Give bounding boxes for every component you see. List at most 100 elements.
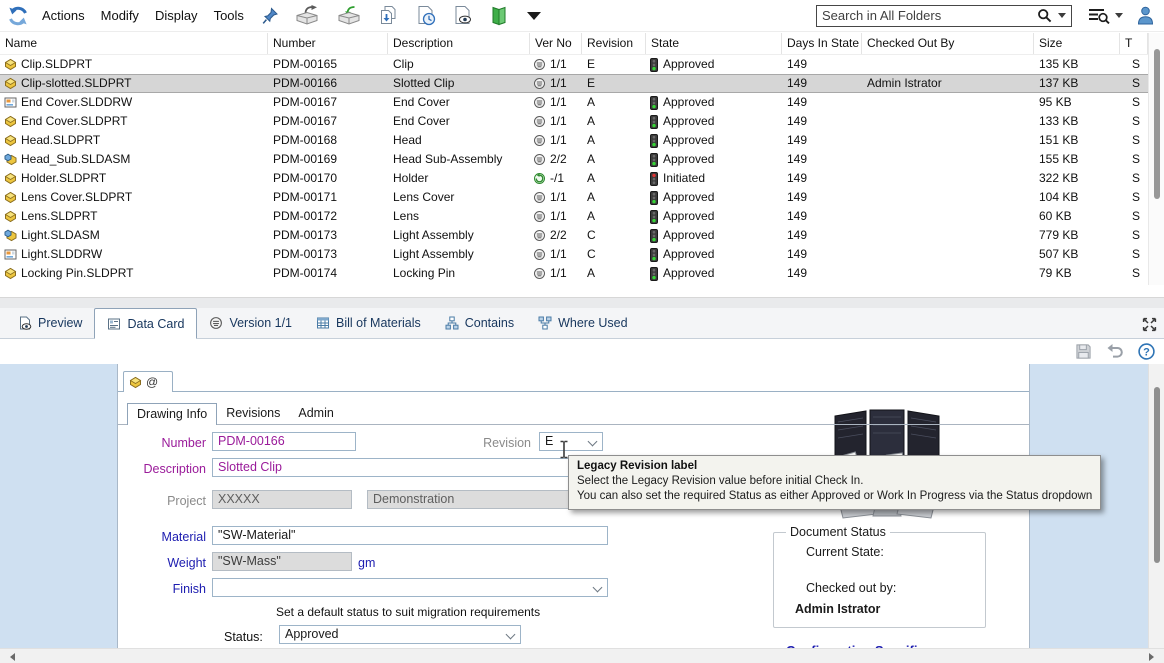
column-header-number[interactable]: Number [268,33,388,54]
file-state: Approved [663,226,714,245]
card-file-tab[interactable]: @ [123,371,173,392]
check-in-icon[interactable] [336,5,363,26]
file-row[interactable]: Clip-slotted.SLDPRT PDM-00166 Slotted Cl… [0,74,1148,93]
description-field[interactable]: Slotted Clip [212,458,608,477]
status-dropdown[interactable]: Approved [279,625,521,644]
file-name: Light.SLDDRW [21,245,102,264]
file-row[interactable]: Head_Sub.SLDASM PDM-00169 Head Sub-Assem… [0,150,1148,169]
column-header-days-in-state[interactable]: Days In State [782,33,862,54]
tab-data-card[interactable]: Data Card [94,308,197,339]
file-row[interactable]: End Cover.SLDPRT PDM-00167 End Cover 1/1… [0,112,1148,131]
search-list-icon[interactable] [1088,7,1110,24]
help-icon[interactable]: ? [1138,343,1155,363]
scroll-right-arrow[interactable] [1149,653,1158,661]
save-icon[interactable] [1075,343,1092,363]
file-list-header: NameNumberDescriptionVer NoRevisionState… [0,33,1148,55]
file-revision: C [582,226,646,245]
file-row[interactable]: Head.SLDPRT PDM-00168 Head 1/1 A Approve… [0,131,1148,150]
tab-contains[interactable]: Contains [433,308,526,338]
file-row[interactable]: Locking Pin.SLDPRT PDM-00174 Locking Pin… [0,264,1148,283]
file-size: 95 KB [1034,93,1120,112]
get-version-history-icon[interactable] [415,5,437,27]
revision-dropdown[interactable]: E [539,432,603,451]
file-name: Light.SLDASM [21,226,100,245]
menu-display[interactable]: Display [147,8,206,23]
data-card-scrollbar[interactable] [1148,364,1164,648]
version-icon [533,248,546,261]
number-field[interactable]: PDM-00166 [212,432,356,451]
search-magnifier-icon[interactable] [1037,8,1052,23]
search-input[interactable] [822,8,1037,23]
file-name: Holder.SLDPRT [21,169,106,188]
column-header-size[interactable]: Size [1034,33,1120,54]
number-label: Number [154,435,206,451]
expand-panel-icon[interactable] [1142,317,1157,335]
finish-dropdown[interactable] [212,578,608,597]
file-row[interactable]: End Cover.SLDDRW PDM-00167 End Cover 1/1… [0,93,1148,112]
contains-icon [445,316,459,330]
file-name: Clip.SLDPRT [21,55,92,74]
file-row[interactable]: Light.SLDDRW PDM-00173 Light Assembly 1/… [0,245,1148,264]
file-row[interactable]: Clip.SLDPRT PDM-00165 Clip 1/1 E Approve… [0,55,1148,74]
file-state: Approved [663,131,714,150]
column-header-t[interactable]: T [1120,33,1148,54]
card-tab-drawing-info[interactable]: Drawing Info [127,403,217,425]
search-list-dropdown-icon[interactable] [1115,13,1123,18]
scroll-left-arrow[interactable] [6,653,15,661]
file-list-body: Clip.SLDPRT PDM-00165 Clip 1/1 E Approve… [0,55,1148,283]
file-number: PDM-00168 [268,131,388,150]
checked-out-by-label: Checked out by: [806,581,896,595]
file-description: Lens [388,207,530,226]
file-row[interactable]: Holder.SLDPRT PDM-00170 Holder -/1 A Ini… [0,169,1148,188]
pin-icon[interactable] [262,7,279,25]
material-field[interactable]: "SW-Material" [212,526,608,545]
days-in-state: 149 [782,245,862,264]
menu-tools[interactable]: Tools [206,8,252,23]
column-header-state[interactable]: State [646,33,782,54]
menu-modify[interactable]: Modify [93,8,147,23]
pdm-explorer-window: Actions Modify Display Tools [0,0,1164,663]
column-header-name[interactable]: Name [0,33,268,54]
search-options-dropdown-icon[interactable] [1058,13,1066,18]
check-out-icon[interactable] [294,5,321,26]
file-row[interactable]: Light.SLDASM PDM-00173 Light Assembly 2/… [0,226,1148,245]
horizontal-scrollbar[interactable] [0,648,1164,663]
document-status-group: Document Status Current State: Checked o… [773,532,986,628]
file-list-scrollbar-thumb[interactable] [1154,49,1160,199]
file-state: Approved [663,188,714,207]
checked-out-by [862,226,1034,245]
toolbar-more-dropdown-icon[interactable] [527,12,541,20]
card-tab-revisions[interactable]: Revisions [217,403,289,424]
data-card-scrollbar-thumb[interactable] [1154,387,1160,563]
revision-tooltip: Legacy Revision label Select the Legacy … [568,455,1101,510]
file-size: 507 KB [1034,245,1120,264]
panel-splitter[interactable] [0,297,1164,308]
version-icon [209,316,223,330]
file-size: 322 KB [1034,169,1120,188]
menu-actions[interactable]: Actions [34,8,93,23]
file-list-scrollbar[interactable] [1148,33,1164,285]
file-state: Approved [663,264,714,283]
card-tab-admin[interactable]: Admin [289,403,342,424]
column-header-revision[interactable]: Revision [582,33,646,54]
file-row[interactable]: Lens.SLDPRT PDM-00172 Lens 1/1 A Approve… [0,207,1148,226]
file-row[interactable]: Lens Cover.SLDPRT PDM-00171 Lens Cover 1… [0,188,1148,207]
file-type: S [1120,245,1148,264]
open-green-folder-icon[interactable] [489,5,509,27]
preview-document-icon[interactable] [452,5,474,27]
tab-bill-of-materials[interactable]: Bill of Materials [304,308,433,338]
file-name: Clip-slotted.SLDPRT [21,74,131,93]
undo-icon[interactable] [1106,343,1124,362]
user-icon[interactable] [1137,6,1154,25]
tab-where-used[interactable]: Where Used [526,308,639,338]
tab-preview[interactable]: Preview [6,308,94,338]
column-header-ver-no[interactable]: Ver No [530,33,582,54]
tab-version[interactable]: Version 1/1 [197,308,304,338]
file-size: 60 KB [1034,207,1120,226]
file-name: Lens.SLDPRT [21,207,97,226]
column-header-description[interactable]: Description [388,33,530,54]
version-number: 1/1 [550,93,567,112]
column-header-checked-out-by[interactable]: Checked Out By [862,33,1034,54]
file-revision: A [582,169,646,188]
get-latest-version-icon[interactable] [378,5,400,27]
